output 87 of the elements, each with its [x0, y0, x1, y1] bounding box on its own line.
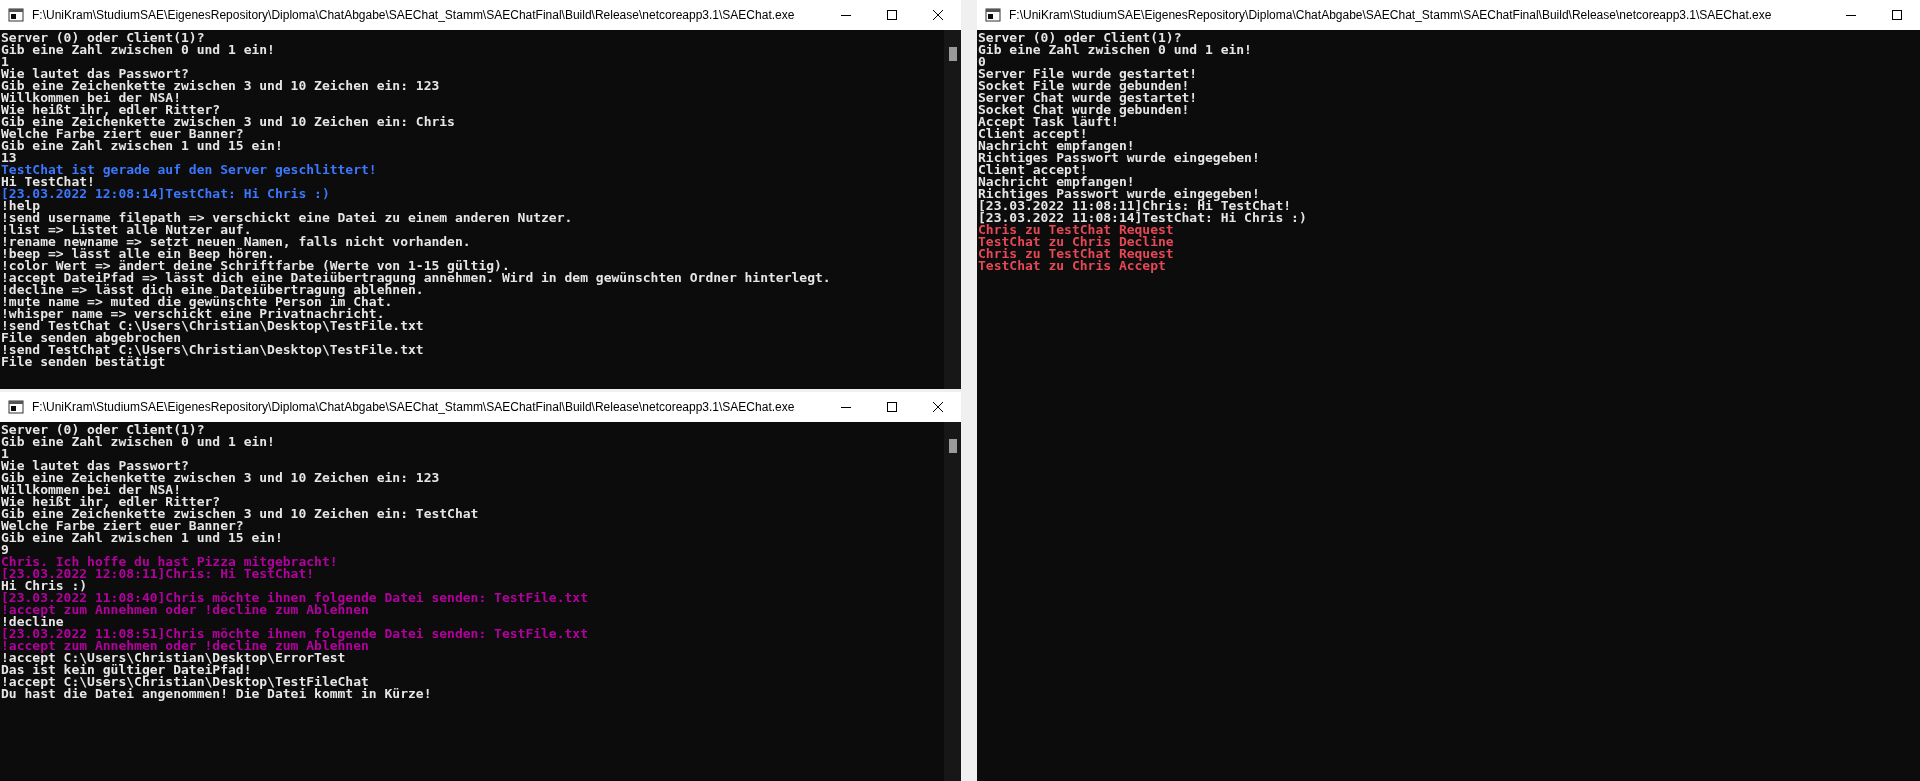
console-line: 1: [1, 56, 9, 68]
console-line: !decline: [1, 616, 64, 628]
scrollbar[interactable]: [944, 422, 961, 781]
console-line: Server Chat wurde gestartet!: [978, 92, 1198, 104]
console-line: Willkommen bei der NSA!: [1, 484, 181, 496]
console-line: Socket File wurde gebunden!: [978, 80, 1190, 92]
maximize-icon: [1892, 10, 1902, 20]
console-line: Chris. Ich hoffe du hast Pizza mitgebracht!: [1, 556, 338, 568]
console-line: [23.03.2022 11:08:14]TestChat: Hi Chris :): [978, 212, 1307, 224]
console-line: Gib eine Zahl zwischen 0 und 1 ein!: [1, 436, 275, 448]
console-line: Willkommen bei der NSA!: [1, 92, 181, 104]
maximize-icon: [887, 402, 897, 412]
console-line: Socket Chat wurde gebunden!: [978, 104, 1190, 116]
console-line: Chris zu TestChat Request: [978, 224, 1174, 236]
console-line: [23.03.2022 12:08:14]TestChat: Hi Chris :): [1, 188, 330, 200]
console-line: Richtiges Passwort wurde eingegeben!: [978, 152, 1260, 164]
console-line: File senden abgebrochen: [1, 332, 181, 344]
console-line: TestChat ist gerade auf den Server geschlittert!: [1, 164, 377, 176]
console-line: Accept Task läuft!: [978, 116, 1119, 128]
console-line: 13: [1, 152, 17, 164]
console-line: Hi TestChat!: [1, 176, 95, 188]
console-line: Gib eine Zahl zwischen 0 und 1 ein!: [978, 44, 1252, 56]
console-line: [23.03.2022 12:08:11]Chris: Hi TestChat!: [1, 568, 315, 580]
console-line: Gib eine Zeichenkette zwischen 3 und 10 Zeichen ein: Chris: [1, 116, 455, 128]
console-line: Gib eine Zahl zwischen 1 und 15 ein!: [1, 532, 283, 544]
console-line: Nachricht empfangen!: [978, 176, 1135, 188]
console-line: Server (0) oder Client(1)?: [1, 32, 205, 44]
console-line: File senden bestätigt: [1, 356, 166, 368]
console-line: Client accept!: [978, 164, 1088, 176]
console-line: Wie lautet das Passwort?: [1, 68, 189, 80]
console-line: Server File wurde gestartet!: [978, 68, 1198, 80]
window-title: F:\UniKram\StudiumSAE\EigenesRepository\Diploma\ChatAbgabe\SAEChat_Stamm\SAEChatFinal\Build\Release\netcoreapp3.1\SAEChat.exe: [32, 8, 796, 22]
console-line: Nachricht empfangen!: [978, 140, 1135, 152]
console-line: Wie heißt ihr, edler Ritter?: [1, 496, 221, 508]
console-line: 0: [978, 56, 986, 68]
console-line: Welche Farbe ziert euer Banner?: [1, 128, 244, 140]
console-line: TestChat zu Chris Decline: [978, 236, 1174, 248]
console-line: 1: [1, 448, 9, 460]
console-line: TestChat zu Chris Accept: [978, 260, 1166, 272]
close-icon: [933, 402, 943, 412]
console-line: !beep => lässt alle ein Beep hören.: [1, 248, 275, 260]
console-line: Welche Farbe ziert euer Banner?: [1, 520, 244, 532]
console-line: !help: [1, 200, 41, 212]
console-line: !send username filepath => verschickt eine Datei zu einem anderen Nutzer.: [1, 212, 573, 224]
console-line: Wie heißt ihr, edler Ritter?: [1, 104, 221, 116]
console-line: !mute name => muted die gewünschte Person im Chat.: [1, 296, 393, 308]
console-line: Gib eine Zahl zwischen 1 und 15 ein!: [1, 140, 283, 152]
console-line: Gib eine Zahl zwischen 0 und 1 ein!: [1, 44, 275, 56]
console-line: [23.03.2022 11:08:51]Chris möchte ihnen folgende Datei senden: TestFile.txt: [1, 628, 588, 640]
console-line: Chris zu TestChat Request: [978, 248, 1174, 260]
window-title: F:\UniKram\StudiumSAE\EigenesRepository\Diploma\ChatAbgabe\SAEChat_Stamm\SAEChatFinal\Build\Release\netcoreapp3.1\SAEChat.exe: [1009, 8, 1773, 22]
console-line: !send TestChat C:\Users\Christian\Desktop\TestFile.txt: [1, 344, 424, 356]
console-line: !accept DateiPfad => lässt dich eine Dateiübertragung annehmen. Wird in dem gewünschten Ordner hinterlegt.: [1, 272, 831, 284]
maximize-icon: [887, 10, 897, 20]
console-line: !accept C:\Users\Christian\Desktop\ErrorTest: [1, 652, 346, 664]
close-icon: [933, 10, 943, 20]
console-line: [23.03.2022 11:08:11]Chris: Hi TestChat!: [978, 200, 1292, 212]
console-app-icon: [8, 399, 24, 415]
console-line: !color Wert => ändert deine Schriftfarbe (Werte von 1-15 gültig).: [1, 260, 510, 272]
minimize-icon: [841, 406, 851, 408]
minimize-icon: [1846, 14, 1856, 16]
minimize-icon: [841, 14, 851, 16]
console-line: 9: [1, 544, 9, 556]
console-line: Das ist kein gültiger DateiPfad!: [1, 664, 252, 676]
console-line: Hi Chris :): [1, 580, 88, 592]
console-line: Gib eine Zeichenkette zwischen 3 und 10 Zeichen ein: 123: [1, 80, 440, 92]
window-title: F:\UniKram\StudiumSAE\EigenesRepository\Diploma\ChatAbgabe\SAEChat_Stamm\SAEChatFinal\Build\Release\netcoreapp3.1\SAEChat.exe: [32, 400, 796, 414]
console-line: !accept C:\Users\Christian\Desktop\TestFileChat: [1, 676, 369, 688]
console-line: Server (0) oder Client(1)?: [978, 32, 1182, 44]
console-line: Server (0) oder Client(1)?: [1, 424, 205, 436]
console-line: Gib eine Zeichenkette zwischen 3 und 10 Zeichen ein: 123: [1, 472, 440, 484]
console-line: !send TestChat C:\Users\Christian\Desktop\TestFile.txt: [1, 320, 424, 332]
console-line: !rename newname => setzt neuen Namen, falls nicht vorhanden.: [1, 236, 471, 248]
console-app-icon: [8, 7, 24, 23]
console-app-icon: [985, 7, 1001, 23]
console-line: !list => Listet alle Nutzer auf.: [1, 224, 252, 236]
console-line: !accept zum Annehmen oder !decline zum Ablehnen: [1, 640, 369, 652]
console-line: Richtiges Passwort wurde eingegeben!: [978, 188, 1260, 200]
console-line: Client accept!: [978, 128, 1088, 140]
console-line: Wie lautet das Passwort?: [1, 460, 189, 472]
console-line: [23.03.2022 11:08:40]Chris möchte ihnen folgende Datei senden: TestFile.txt: [1, 592, 588, 604]
console-line: Gib eine Zeichenkette zwischen 3 und 10 Zeichen ein: TestChat: [1, 508, 479, 520]
console-line: !accept zum Annehmen oder !decline zum Ablehnen: [1, 604, 369, 616]
console-line: Du hast die Datei angenommen! Die Datei kommt in Kürze!: [1, 688, 432, 700]
console-line: !decline => lässt dich eine Dateiübertragung ablehnen.: [1, 284, 424, 296]
scrollbar[interactable]: [944, 30, 961, 389]
console-line: !whisper name => verschickt eine Privatnachricht.: [1, 308, 385, 320]
